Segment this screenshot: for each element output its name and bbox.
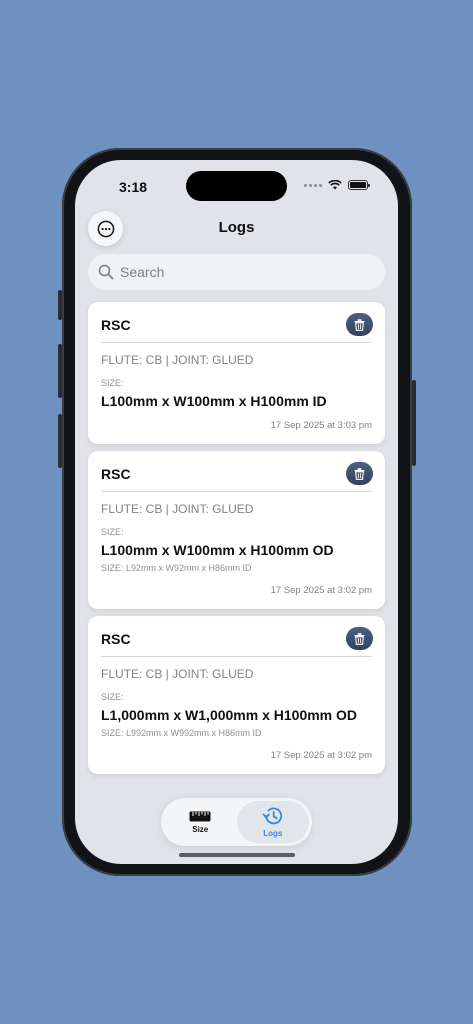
- battery-icon: [348, 180, 370, 190]
- size-label: SIZE:: [101, 378, 124, 388]
- volume-down-button: [58, 414, 62, 468]
- dimensions-text: L100mm x W100mm x H100mm ID: [101, 393, 327, 409]
- history-clock-icon: [262, 807, 282, 825]
- trash-icon: [354, 632, 365, 645]
- trash-icon: [354, 318, 365, 331]
- tab-bar: Size Logs: [161, 798, 312, 846]
- log-card[interactable]: RSC FLUTE: CB | JOINT: GLUED SIZE: L100m…: [88, 302, 385, 444]
- app-screen: 3:18 Logs RSC: [75, 160, 398, 864]
- flute-joint-info: FLUTE: CB | JOINT: GLUED: [101, 667, 254, 681]
- inner-size-text: SIZE: L92mm x W92mm x H86mm ID: [101, 563, 252, 573]
- search-input[interactable]: [120, 264, 360, 280]
- size-label: SIZE:: [101, 692, 124, 702]
- log-card[interactable]: RSC FLUTE: CB | JOINT: GLUED SIZE: L100m…: [88, 451, 385, 609]
- tab-size[interactable]: Size: [164, 801, 237, 843]
- trash-icon: [354, 467, 365, 480]
- delete-button[interactable]: [346, 462, 373, 485]
- wifi-icon: [328, 180, 342, 190]
- flute-joint-info: FLUTE: CB | JOINT: GLUED: [101, 353, 254, 367]
- action-button: [58, 290, 62, 320]
- cellular-signal-icon: [304, 183, 322, 187]
- box-type-label: RSC: [101, 466, 131, 482]
- size-label: SIZE:: [101, 527, 124, 537]
- box-type-label: RSC: [101, 631, 131, 647]
- log-card-header: RSC: [101, 451, 373, 492]
- dimensions-text: L1,000mm x W1,000mm x H100mm OD: [101, 707, 358, 723]
- flute-joint-info: FLUTE: CB | JOINT: GLUED: [101, 502, 254, 516]
- status-time: 3:18: [119, 179, 148, 195]
- timestamp: 17 Sep 2025 at 3:02 pm: [270, 750, 372, 761]
- delete-button[interactable]: [346, 627, 373, 650]
- box-type-label: RSC: [101, 317, 131, 333]
- tab-logs[interactable]: Logs: [236, 801, 309, 843]
- search-icon: [98, 264, 114, 280]
- log-card[interactable]: RSC FLUTE: CB | JOINT: GLUED SIZE: L1,00…: [88, 616, 385, 774]
- ruler-icon: [189, 811, 211, 821]
- status-indicators: [304, 180, 370, 190]
- delete-button[interactable]: [346, 313, 373, 336]
- page-title: Logs: [218, 219, 255, 236]
- dynamic-island: [186, 171, 287, 201]
- inner-size-text: SIZE: L992mm x W992mm x H86mm ID: [101, 728, 262, 738]
- tab-logs-label: Logs: [263, 829, 283, 838]
- timestamp: 17 Sep 2025 at 3:03 pm: [270, 420, 372, 431]
- timestamp: 17 Sep 2025 at 3:02 pm: [270, 585, 372, 596]
- search-bar[interactable]: [88, 254, 385, 290]
- volume-up-button: [58, 344, 62, 398]
- home-indicator: [179, 853, 295, 857]
- dimensions-text: L100mm x W100mm x H100mm OD: [101, 542, 334, 558]
- tab-size-label: Size: [192, 824, 209, 834]
- log-card-header: RSC: [101, 616, 373, 657]
- power-button: [412, 380, 416, 466]
- log-card-header: RSC: [101, 302, 373, 343]
